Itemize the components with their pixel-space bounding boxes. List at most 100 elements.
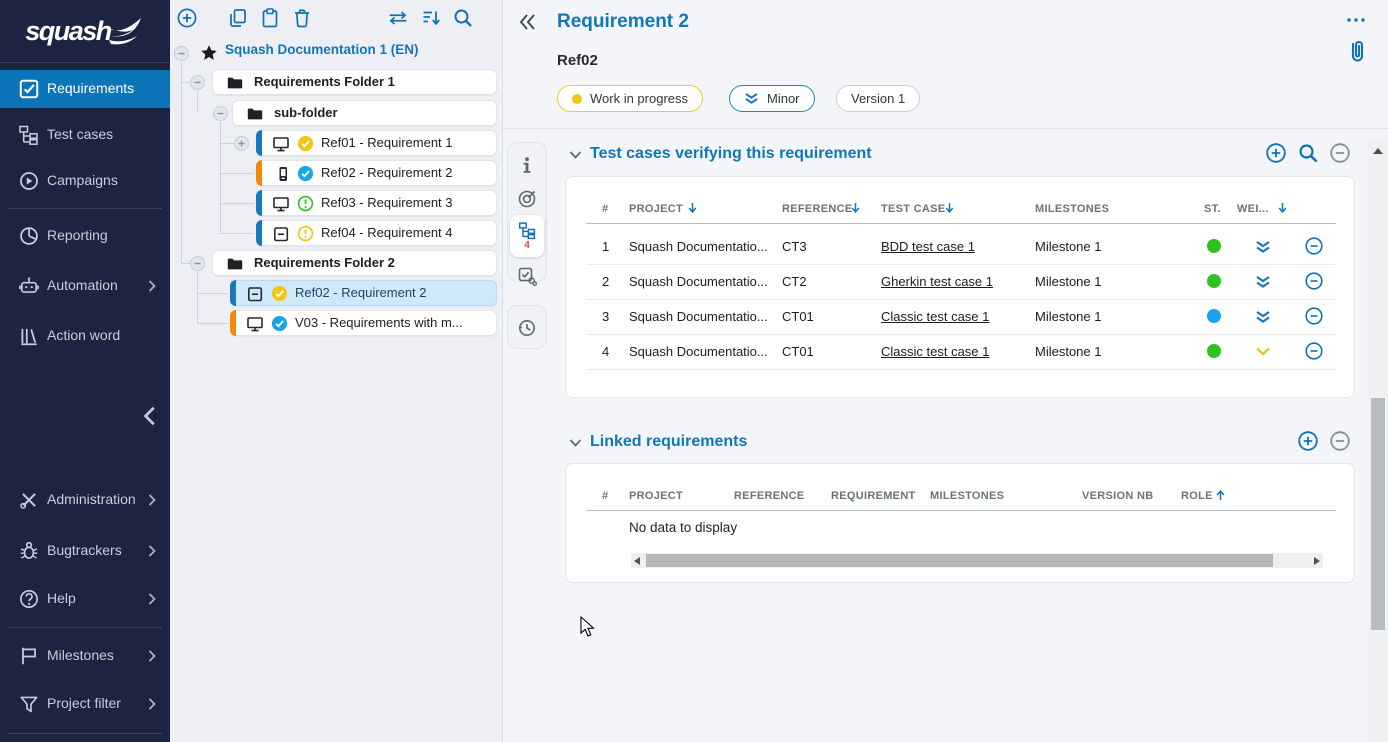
unbind-test-case-icon[interactable] [1304,236,1324,256]
requirement-category-bar [256,220,262,246]
column-header-reference[interactable]: REFERENCE [782,203,853,215]
sidebar-item-project-filter[interactable]: Project filter [0,685,170,723]
tree-collapse-toggle[interactable] [174,46,189,61]
version-badge[interactable]: Version 1 [836,85,920,112]
tree-node-ref02[interactable]: Ref02 - Requirement 2 [256,160,497,186]
sort-desc-icon[interactable] [945,202,954,214]
tree-collapse-toggle[interactable] [213,106,228,121]
unbind-test-case-icon[interactable] [1304,341,1324,361]
action-word-library-icon [18,325,40,347]
sidebar-item-milestones[interactable]: Milestones [0,637,170,675]
column-header-num[interactable]: # [602,203,608,215]
column-header-version-nb[interactable]: VERSION NB [1082,490,1153,502]
test-case-link[interactable]: Classic test case 1 [881,334,989,369]
tree-add-icon[interactable] [176,7,198,29]
column-header-num[interactable]: # [602,490,608,502]
squash-logo[interactable]: squash [0,0,170,63]
tree-collapse-toggle[interactable] [190,75,205,90]
sidebar-item-test-cases[interactable]: Test cases [0,116,170,154]
tree-node-ref02-selected[interactable]: Ref02 - Requirement 2 [230,280,497,306]
tree-expand-toggle[interactable] [234,136,249,151]
linked-section-title[interactable]: Linked requirements [590,433,747,451]
status-badge[interactable]: Work in progress [557,85,703,112]
criticality-badge[interactable]: Minor [729,85,815,112]
tree-node-folder-2[interactable]: Requirements Folder 2 [212,250,497,276]
rail-history-tab[interactable] [510,312,544,344]
column-header-role[interactable]: ROLE [1181,490,1213,502]
requirement-category-bar [256,130,262,156]
unbind-test-case-icon[interactable] [1304,271,1324,291]
sidebar-item-label: Administration [47,491,136,507]
vertical-scrollbar[interactable] [1368,140,1388,742]
tree-collapse-toggle[interactable] [190,256,205,271]
test-case-link[interactable]: Gherkin test case 1 [881,264,993,299]
add-test-case-icon[interactable] [1265,142,1287,164]
scroll-right-arrow-icon[interactable] [1314,557,1320,565]
row-milestones: Milestone 1 [1035,299,1101,334]
more-options-icon[interactable] [1345,16,1367,24]
sidebar-item-action-word[interactable]: Action word [0,317,170,355]
row-num: 2 [602,264,609,299]
column-header-project[interactable]: PROJECT [629,490,683,502]
test-case-link[interactable]: BDD test case 1 [881,229,975,264]
sidebar-item-bugtrackers[interactable]: Bugtrackers [0,532,170,570]
tree-swap-icon[interactable] [387,7,409,29]
collapse-panel-icon[interactable] [517,12,539,32]
rail-information-tab[interactable] [510,149,544,181]
unbind-test-case-icon[interactable] [1304,306,1324,326]
vertical-scrollbar-thumb[interactable] [1371,398,1385,630]
linked-requirements-icon [517,266,537,286]
attachments-paperclip-icon[interactable] [1345,38,1369,66]
column-header-project[interactable]: PROJECT [629,203,683,215]
row-milestones: Milestone 1 [1035,334,1101,369]
sidebar-item-requirements[interactable]: Requirements [0,70,170,108]
tree-node-subfolder[interactable]: sub-folder [232,100,497,126]
sidebar-item-help[interactable]: Help [0,580,170,618]
sidebar-item-automation[interactable]: Automation [0,267,170,305]
tree-delete-icon[interactable] [291,7,313,29]
reporting-pie-icon [18,225,40,247]
tree-search-icon[interactable] [452,7,474,29]
tree-node-v03[interactable]: V03 - Requirements with m... [230,310,497,336]
horizontal-scrollbar-thumb[interactable] [646,554,1273,567]
column-header-test-case[interactable]: TEST CASE [881,203,945,215]
section-collapse-chevron-icon[interactable] [569,438,582,448]
sort-desc-icon[interactable] [851,202,860,214]
sidebar-item-campaigns[interactable]: Campaigns [0,162,170,200]
column-header-milestones[interactable]: MILESTONES [930,490,1004,502]
tree-node-folder-1[interactable]: Requirements Folder 1 [212,69,497,95]
scroll-left-arrow-icon[interactable] [634,557,640,565]
tree-node-ref04[interactable]: Ref04 - Requirement 4 [256,220,497,246]
sidebar-item-reporting[interactable]: Reporting [0,217,170,255]
search-test-case-icon[interactable] [1297,142,1319,164]
column-header-weight[interactable]: WEI... [1237,203,1269,215]
administration-tools-icon [18,489,40,511]
tree-node-project-root[interactable]: Squash Documentation 1 (EN) [225,42,419,57]
tree-copy-icon[interactable] [227,7,249,29]
add-linked-requirement-icon[interactable] [1297,430,1319,452]
collapse-section-icon[interactable] [1329,142,1351,164]
rail-coverage-tab[interactable] [510,183,544,215]
tree-node-ref01[interactable]: Ref01 - Requirement 1 [256,130,497,156]
tree-sort-icon[interactable] [420,7,442,29]
column-header-reference[interactable]: REFERENCE [734,490,805,502]
tree-paste-icon[interactable] [259,7,281,29]
scroll-up-arrow-icon[interactable] [1373,148,1383,154]
sidebar-item-administration[interactable]: Administration [0,481,170,519]
column-header-requirement[interactable]: REQUIREMENT [831,490,916,502]
sort-asc-icon[interactable] [1216,489,1225,501]
collapse-section-icon[interactable] [1329,430,1351,452]
section-collapse-chevron-icon[interactable] [569,150,582,160]
test-case-link[interactable]: Classic test case 1 [881,299,989,334]
sort-desc-icon[interactable] [1278,202,1287,214]
history-clock-icon [517,318,537,338]
column-header-milestones[interactable]: MILESTONES [1035,203,1109,215]
tree-node-ref03[interactable]: Ref03 - Requirement 3 [256,190,497,216]
rail-linked-requirements-tab[interactable] [510,261,544,291]
sidebar-collapse-icon[interactable] [140,405,162,427]
column-header-status[interactable]: ST. [1204,203,1221,215]
rail-verifying-test-cases-tab[interactable]: 4 [510,215,544,257]
horizontal-scrollbar[interactable] [631,553,1323,568]
sort-desc-icon[interactable] [688,202,697,214]
verifying-section-title[interactable]: Test cases verifying this requirement [590,145,872,163]
